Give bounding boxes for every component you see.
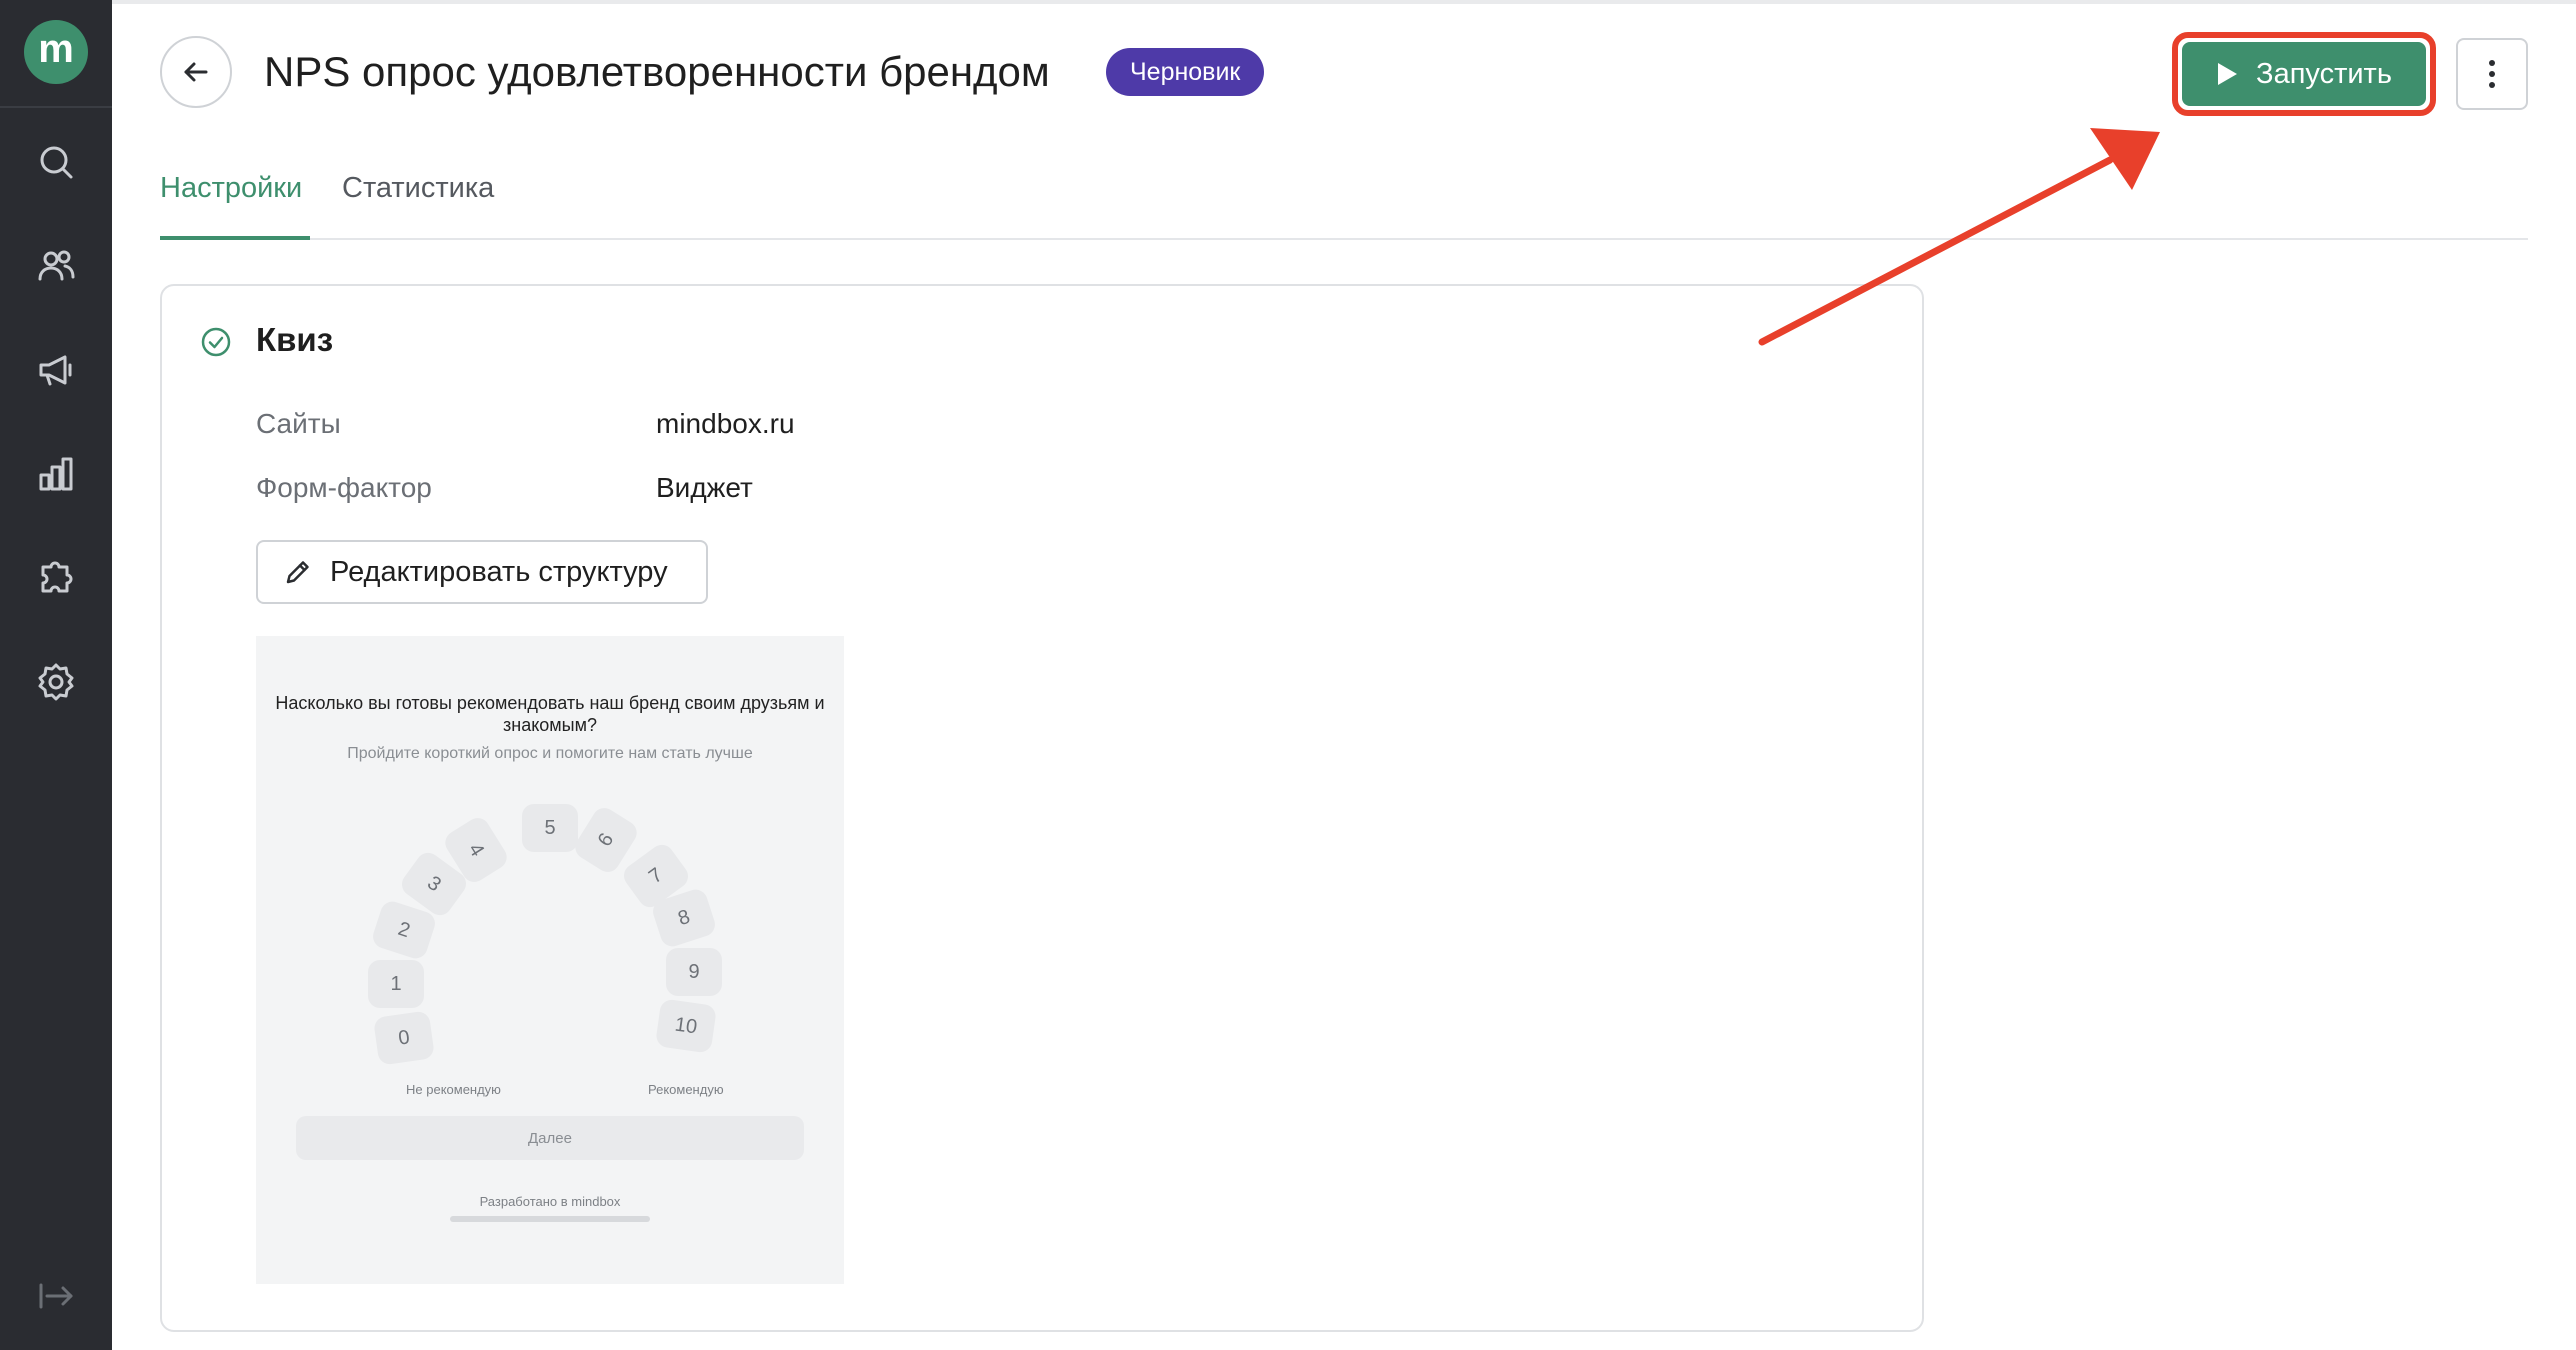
preview-bottom-bar — [450, 1216, 650, 1222]
launch-button-label: Запустить — [2256, 57, 2392, 90]
tab-settings[interactable]: Настройки — [160, 164, 302, 212]
widget-preview: Насколько вы готовы рекомендовать наш бр… — [256, 636, 844, 1284]
megaphone-icon — [39, 355, 72, 386]
score-option-1[interactable]: 1 — [368, 960, 424, 1008]
tab-statistics[interactable]: Статистика — [342, 164, 494, 212]
field-label-sites: Сайты — [256, 408, 341, 439]
preview-low-label: Не рекомендую — [406, 1082, 501, 1097]
puzzle-icon — [41, 561, 73, 593]
nav-settings[interactable] — [28, 654, 84, 710]
section-title: Квиз — [256, 321, 334, 358]
pencil-icon — [286, 561, 309, 584]
preview-question: Насколько вы готовы рекомендовать наш бр… — [275, 693, 825, 735]
preview-next-button[interactable]: Далее — [296, 1116, 804, 1160]
tabs-divider — [160, 238, 2528, 240]
score-option-5[interactable]: 5 — [522, 804, 578, 852]
score-option-0[interactable]: 0 — [372, 1010, 436, 1066]
users-icon — [38, 250, 75, 281]
back-button[interactable] — [160, 36, 232, 108]
sidebar-divider — [0, 106, 112, 108]
sidebar: m — [0, 0, 112, 1350]
mindbox-logo[interactable]: m — [24, 20, 88, 84]
field-value-sites: mindbox.ru — [656, 408, 795, 439]
score-option-9[interactable]: 9 — [666, 948, 722, 996]
score-option-10[interactable]: 10 — [654, 998, 718, 1054]
nav-integrations[interactable] — [28, 550, 84, 606]
bar-chart-icon — [39, 457, 73, 491]
more-options-button[interactable] — [2456, 38, 2528, 110]
preview-high-label: Рекомендую — [648, 1082, 724, 1097]
preview-brand-label: Разработано в mindbox — [479, 1194, 621, 1209]
nav-customers[interactable] — [28, 238, 84, 294]
field-value-form-factor: Виджет — [656, 472, 753, 503]
logo-letter: m — [38, 27, 74, 71]
launch-button[interactable]: Запустить — [2182, 42, 2426, 106]
gear-icon — [38, 663, 74, 701]
preview-subtitle: Пройдите короткий опрос и помогите нам с… — [347, 745, 753, 762]
active-tab-indicator — [160, 236, 310, 240]
nav-analytics[interactable] — [28, 446, 84, 502]
search-icon — [40, 146, 73, 179]
check-circle-icon — [201, 327, 231, 357]
nav-search[interactable] — [28, 134, 84, 190]
collapse-sidebar-button[interactable] — [28, 1268, 84, 1324]
status-badge: Черновик — [1106, 48, 1265, 96]
edit-structure-label: Редактировать структуру — [330, 555, 668, 588]
collapse-sidebar-icon — [39, 1283, 73, 1309]
arrow-left-icon — [184, 62, 208, 82]
play-icon — [2218, 63, 2238, 85]
nav-campaigns[interactable] — [28, 342, 84, 398]
page-title: NPS опрос удовлетворенности брендом — [264, 48, 1050, 95]
field-label-form-factor: Форм-фактор — [256, 472, 432, 503]
top-border — [112, 0, 2576, 4]
edit-structure-button[interactable]: Редактировать структуру — [256, 540, 708, 604]
more-vertical-icon — [2489, 60, 2495, 88]
